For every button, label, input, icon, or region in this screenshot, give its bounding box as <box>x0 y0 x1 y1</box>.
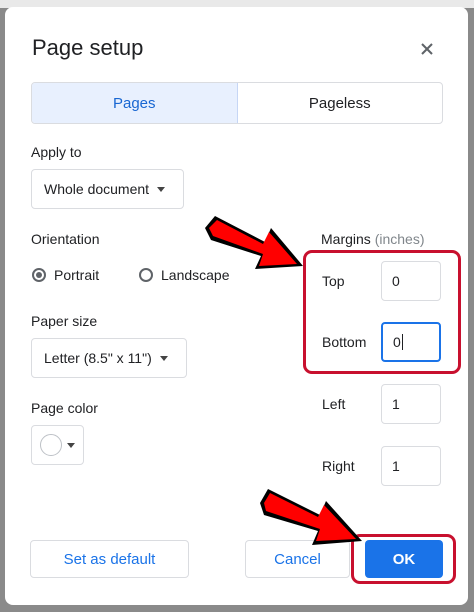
margins-highlight-box <box>303 250 461 374</box>
radio-checked-icon <box>32 268 46 282</box>
margin-left-label: Left <box>322 396 346 412</box>
paper-size-label: Paper size <box>31 313 98 329</box>
margin-left-value: 1 <box>392 396 400 412</box>
margin-right-value: 1 <box>392 458 400 474</box>
radio-unchecked-icon <box>139 268 153 282</box>
paper-size-value: Letter (8.5" x 11") <box>44 350 152 366</box>
apply-to-dropdown[interactable]: Whole document <box>31 169 184 209</box>
orientation-label: Orientation <box>31 231 100 247</box>
page-color-picker[interactable] <box>31 425 84 465</box>
apply-to-label: Apply to <box>31 144 82 160</box>
radio-portrait[interactable]: Portrait <box>32 267 99 283</box>
chevron-down-icon <box>157 186 166 192</box>
margin-left-input[interactable]: 1 <box>381 384 441 424</box>
set-as-default-button[interactable]: Set as default <box>30 540 189 578</box>
chevron-down-icon <box>159 355 168 361</box>
paper-size-dropdown[interactable]: Letter (8.5" x 11") <box>31 338 187 378</box>
margins-title: Margins <box>321 231 371 247</box>
color-swatch <box>40 434 62 456</box>
page-mode-tabs: Pages Pageless <box>31 82 443 124</box>
margins-label: Margins (inches) <box>321 231 424 247</box>
chevron-down-icon <box>67 442 75 448</box>
tab-pages[interactable]: Pages <box>32 83 238 123</box>
apply-to-value: Whole document <box>44 181 150 197</box>
margins-unit: (inches) <box>374 231 425 247</box>
page-color-label: Page color <box>31 400 98 416</box>
arrow-annotation-icon <box>260 489 362 545</box>
portrait-label: Portrait <box>54 267 100 283</box>
tab-pageless[interactable]: Pageless <box>238 83 443 123</box>
margin-right-input[interactable]: 1 <box>381 446 441 486</box>
arrow-annotation-icon <box>205 216 303 269</box>
close-icon[interactable] <box>416 38 438 60</box>
margin-right-label: Right <box>322 458 355 474</box>
ok-highlight-box <box>351 534 456 584</box>
dialog-title: Page setup <box>32 35 144 60</box>
